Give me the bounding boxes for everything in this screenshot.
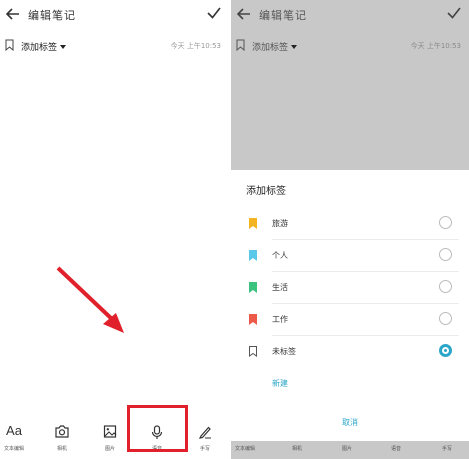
bookmark-outline-icon xyxy=(249,346,257,357)
radio-button[interactable] xyxy=(439,312,452,325)
new-tag-button[interactable]: 新建 xyxy=(272,378,288,389)
caret-down-icon xyxy=(291,45,298,49)
bookmark-icon xyxy=(249,250,257,261)
tag-row: 添加标签 今天 上午10:53 xyxy=(231,36,469,56)
tag-option-travel[interactable]: 旅游 xyxy=(231,208,469,240)
text-format-icon: Aa xyxy=(6,423,22,438)
tag-option-life[interactable]: 生活 xyxy=(231,272,469,304)
tag-option-label: 未标签 xyxy=(272,347,296,356)
bookmark-icon xyxy=(249,282,257,293)
tag-option-label: 生活 xyxy=(272,283,288,292)
toolbar-label: 相机 xyxy=(292,446,303,452)
annotation-arrow xyxy=(56,266,124,333)
radio-button[interactable] xyxy=(439,216,452,229)
radio-button-selected[interactable] xyxy=(439,344,452,357)
handwriting-button[interactable]: 手写 xyxy=(185,418,225,459)
camera-icon xyxy=(55,425,69,438)
pen-icon xyxy=(198,426,211,439)
camera-button[interactable]: 相机 xyxy=(42,418,82,459)
radio-button[interactable] xyxy=(439,280,452,293)
bookmark-icon xyxy=(236,39,245,51)
toolbar-label: 文本编辑 xyxy=(3,446,24,452)
bottom-toolbar: Aa 文本编辑 相机 图片 语音 手写 xyxy=(0,418,229,459)
page-title: 编辑笔记 xyxy=(259,9,307,22)
sheet-title: 添加标签 xyxy=(246,186,286,197)
toolbar-label: 文本编辑 xyxy=(235,446,256,452)
tag-bottom-sheet: 添加标签 旅游 个人 生活 工作 未标签 新建 取消 xyxy=(231,170,469,459)
bookmark-icon xyxy=(249,314,257,325)
radio-button[interactable] xyxy=(439,248,452,261)
voice-button-highlight xyxy=(127,405,188,452)
note-editor-screen: 编辑笔记 添加标签 今天 上午10:53 Aa 文本编辑 相机 图片 语音 手写 xyxy=(0,0,229,459)
toolbar-label: 相机 xyxy=(56,446,67,452)
tag-option-work[interactable]: 工作 xyxy=(231,304,469,336)
add-tag-dropdown[interactable]: 添加标签 xyxy=(252,40,298,53)
dimmed-toolbar: 文本编辑 相机 图片 语音 手写 xyxy=(231,441,469,459)
toolbar-label: 图片 xyxy=(104,446,115,452)
bookmark-icon xyxy=(249,218,257,229)
tag-option-label: 工作 xyxy=(272,315,288,324)
tag-option-label: 个人 xyxy=(272,251,288,260)
tag-option-untagged[interactable]: 未标签 xyxy=(231,336,469,368)
checkmark-icon[interactable] xyxy=(446,6,462,20)
tag-option-label: 旅游 xyxy=(272,219,288,228)
toolbar-label: 手写 xyxy=(199,446,210,452)
back-arrow-icon[interactable] xyxy=(235,5,253,23)
toolbar-label: 手写 xyxy=(442,446,453,452)
top-bar: 编辑笔记 xyxy=(231,0,469,30)
text-format-button[interactable]: Aa 文本编辑 xyxy=(0,418,34,459)
toolbar-label: 图片 xyxy=(342,446,353,452)
toolbar-label: 语音 xyxy=(391,446,402,452)
image-button[interactable]: 图片 xyxy=(90,418,130,459)
cancel-button[interactable]: 取消 xyxy=(231,417,469,428)
image-icon xyxy=(103,425,117,438)
tag-picker-screen: 编辑笔记 添加标签 今天 上午10:53 添加标签 旅游 个人 生活 工作 未标… xyxy=(231,0,469,459)
tag-option-personal[interactable]: 个人 xyxy=(231,240,469,272)
timestamp: 今天 上午10:53 xyxy=(410,42,461,50)
dimmed-overlay[interactable]: 编辑笔记 添加标签 今天 上午10:53 xyxy=(231,0,469,170)
